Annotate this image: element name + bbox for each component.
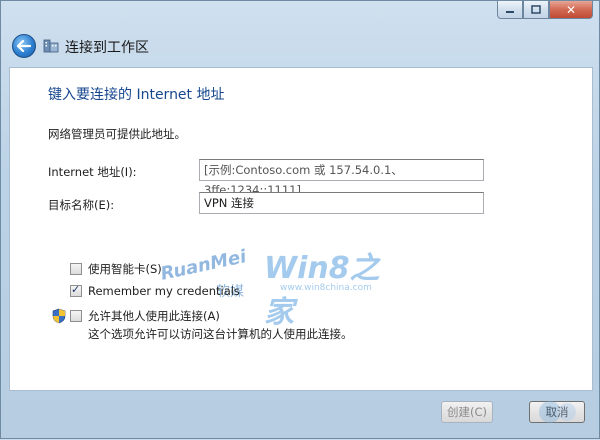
intro-text: 网络管理员可提供此地址。 <box>48 127 186 141</box>
back-button[interactable] <box>12 34 36 58</box>
internet-address-input[interactable]: [示例:Contoso.com 或 157.54.0.1、3ffe:1234::… <box>199 159 484 197</box>
minimize-icon <box>506 10 514 13</box>
destination-name-label: 目标名称(E): <box>48 198 115 212</box>
dialog-content: 键入要连接的 Internet 地址 网络管理员可提供此地址。 Internet… <box>9 67 593 391</box>
dialog-footer: 创建(C) 取消 <box>1 391 600 440</box>
close-button[interactable]: ✕ <box>549 1 593 19</box>
window-title: 连接到工作区 <box>65 40 149 56</box>
watermark: RuanMei 软媒 Win8之家 www.win8china.com <box>158 233 400 330</box>
close-icon: ✕ <box>565 2 577 17</box>
allow-others-option[interactable]: 允许其他人使用此连接(A) <box>70 308 220 324</box>
dialog-window: ✕ 连接到工作区 键入要连接的 Internet 地址 网络管理员可提供此地址。… <box>0 0 600 439</box>
destination-name-value: VPN 连接 <box>204 196 255 210</box>
remember-credentials-label: Remember my credentials <box>88 284 240 298</box>
maximize-button[interactable] <box>523 1 549 19</box>
allow-others-note: 这个选项允许可以访问这台计算机的人使用此连接。 <box>88 327 353 341</box>
internet-address-label: Internet 地址(I): <box>48 165 137 179</box>
smartcard-option[interactable]: 使用智能卡(S) <box>70 261 162 277</box>
remember-credentials-checkbox[interactable] <box>70 283 82 297</box>
destination-name-input[interactable]: VPN 连接 <box>199 192 484 214</box>
allow-others-checkbox[interactable] <box>70 310 82 322</box>
back-arrow-icon <box>17 40 31 52</box>
page-heading: 键入要连接的 Internet 地址 <box>48 87 225 103</box>
allow-others-label: 允许其他人使用此连接(A) <box>88 309 220 323</box>
workplace-network-icon <box>43 39 59 53</box>
create-button[interactable]: 创建(C) <box>441 401 493 423</box>
watermark-brand-latin: RuanMei <box>158 246 249 285</box>
remember-credentials-option[interactable]: Remember my credentials <box>70 283 240 298</box>
smartcard-checkbox[interactable] <box>70 263 82 275</box>
maximize-icon <box>531 5 541 14</box>
watermark-url: www.win8china.com <box>280 283 372 293</box>
site-logo-icon <box>539 401 576 423</box>
uac-shield-icon <box>52 308 66 324</box>
smartcard-label: 使用智能卡(S) <box>88 262 162 276</box>
minimize-button[interactable] <box>497 1 523 19</box>
dialog-header: 连接到工作区 <box>1 23 600 67</box>
caption-buttons: ✕ <box>497 1 593 19</box>
